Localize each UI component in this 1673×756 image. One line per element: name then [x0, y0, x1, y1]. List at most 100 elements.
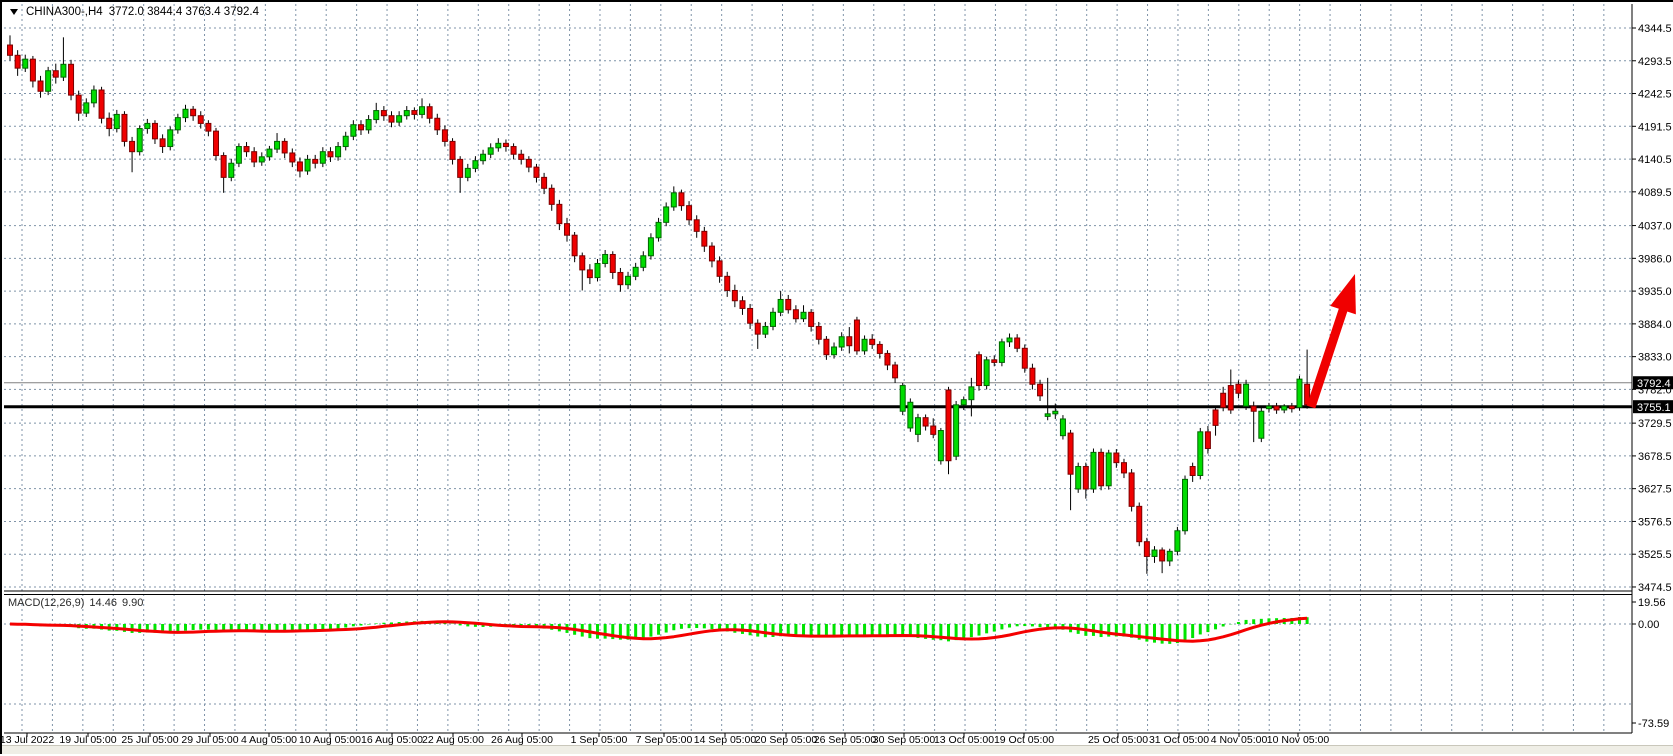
candle-body — [1060, 419, 1065, 436]
candle-body — [1236, 384, 1241, 393]
candle-body — [1274, 406, 1279, 410]
symbol-dropdown-icon[interactable] — [10, 9, 18, 15]
price-tick-label: 4191.5 — [1638, 121, 1672, 133]
candle-body — [595, 263, 600, 277]
candle-body — [702, 231, 707, 246]
candle-body — [1030, 368, 1035, 384]
candle-body — [145, 123, 150, 128]
candle-body — [91, 90, 96, 103]
candle-body — [69, 64, 74, 95]
candle-body — [1160, 550, 1165, 561]
candle-body — [946, 390, 951, 461]
candle-body — [381, 111, 386, 116]
candle-body — [1053, 411, 1058, 414]
candle-body — [862, 339, 867, 351]
candle-body — [343, 136, 348, 146]
candle-body — [1015, 338, 1020, 348]
candle-body — [244, 147, 249, 152]
candle-body — [1183, 479, 1188, 530]
candle-body — [1244, 384, 1249, 406]
candle-body — [755, 323, 760, 334]
candle-body — [130, 141, 135, 151]
candle-body — [1221, 393, 1226, 407]
candle-body — [275, 141, 280, 149]
candle-body — [404, 111, 409, 116]
candle-body — [793, 310, 798, 319]
candle-body — [122, 114, 127, 141]
candle-body — [1083, 467, 1088, 489]
ohlc-values: 3772.0 3844.4 3763.4 3792.4 — [109, 6, 259, 18]
candle-body — [473, 161, 478, 169]
candle-body — [1045, 414, 1050, 417]
candle-body — [191, 109, 196, 115]
chart-canvas[interactable]: 4344.54293.54242.54191.54140.54089.54037… — [2, 2, 1673, 756]
candle-body — [1190, 467, 1195, 476]
window-footer — [2, 745, 1673, 754]
candle-body — [305, 159, 310, 171]
candle-body — [389, 116, 394, 122]
candle-body — [580, 256, 585, 270]
candle-body — [1205, 432, 1210, 449]
candle-body — [1114, 453, 1119, 463]
candle-body — [511, 147, 516, 155]
candle-body — [641, 256, 646, 268]
candle-body — [328, 152, 333, 157]
candle-body — [931, 426, 936, 434]
candle-body — [297, 162, 302, 171]
candle-body — [786, 299, 791, 309]
candle-body — [1259, 411, 1264, 438]
candle-body — [160, 139, 165, 147]
candle-body — [534, 167, 539, 177]
support-line-badge: 3755.1 — [1633, 400, 1673, 414]
candle-body — [526, 159, 531, 167]
indicator-macd-value: 14.46 — [89, 597, 117, 609]
candle-body — [1076, 467, 1081, 489]
candle-body — [1228, 386, 1233, 410]
price-tick-label: 3678.5 — [1638, 451, 1672, 463]
indicator-signal-value: 9.90 — [122, 597, 143, 609]
candle-body — [481, 154, 486, 160]
candle-body — [992, 360, 997, 363]
candle-body — [1038, 384, 1043, 396]
price-tick-label: 4089.5 — [1638, 187, 1672, 199]
candle-body — [76, 95, 81, 113]
candle-body — [114, 114, 119, 128]
price-tick-label: 4293.5 — [1638, 56, 1672, 68]
candle-body — [938, 431, 943, 461]
candle-body — [1213, 410, 1218, 425]
candle-body — [977, 355, 982, 386]
candle-body — [427, 107, 432, 119]
chart-window: 4344.54293.54242.54191.54140.54089.54037… — [0, 0, 1673, 754]
candle-body — [1289, 406, 1294, 409]
candle-body — [358, 125, 363, 130]
candle-body — [1121, 463, 1126, 473]
candle-body — [1152, 550, 1157, 556]
candle-body — [961, 400, 966, 405]
candle-body — [30, 59, 35, 81]
candle-body — [183, 109, 188, 117]
candle-body — [252, 152, 257, 162]
price-tick-label: 3986.0 — [1638, 253, 1672, 265]
price-tick-label: 3576.5 — [1638, 516, 1672, 528]
candle-body — [61, 64, 66, 77]
candle-body — [259, 157, 264, 162]
candle-body — [763, 326, 768, 334]
price-tick-label: 4140.5 — [1638, 154, 1672, 166]
candle-body — [229, 163, 234, 177]
candle-body — [214, 131, 219, 155]
candle-body — [152, 123, 157, 138]
candle-body — [1251, 406, 1256, 411]
candle-body — [915, 418, 920, 435]
candle-body — [1282, 406, 1287, 410]
candle-body — [709, 246, 714, 261]
price-tick-label: 3729.5 — [1638, 418, 1672, 430]
candle-body — [53, 71, 58, 77]
candle-body — [1129, 473, 1134, 506]
candle-body — [626, 276, 631, 284]
candle-body — [397, 116, 402, 122]
price-lines-layer — [4, 383, 1632, 407]
candle-body — [984, 360, 989, 386]
price-tick-label: 4037.0 — [1638, 221, 1672, 233]
price-tick-label: 3525.5 — [1638, 549, 1672, 561]
candle-body — [1297, 379, 1302, 407]
